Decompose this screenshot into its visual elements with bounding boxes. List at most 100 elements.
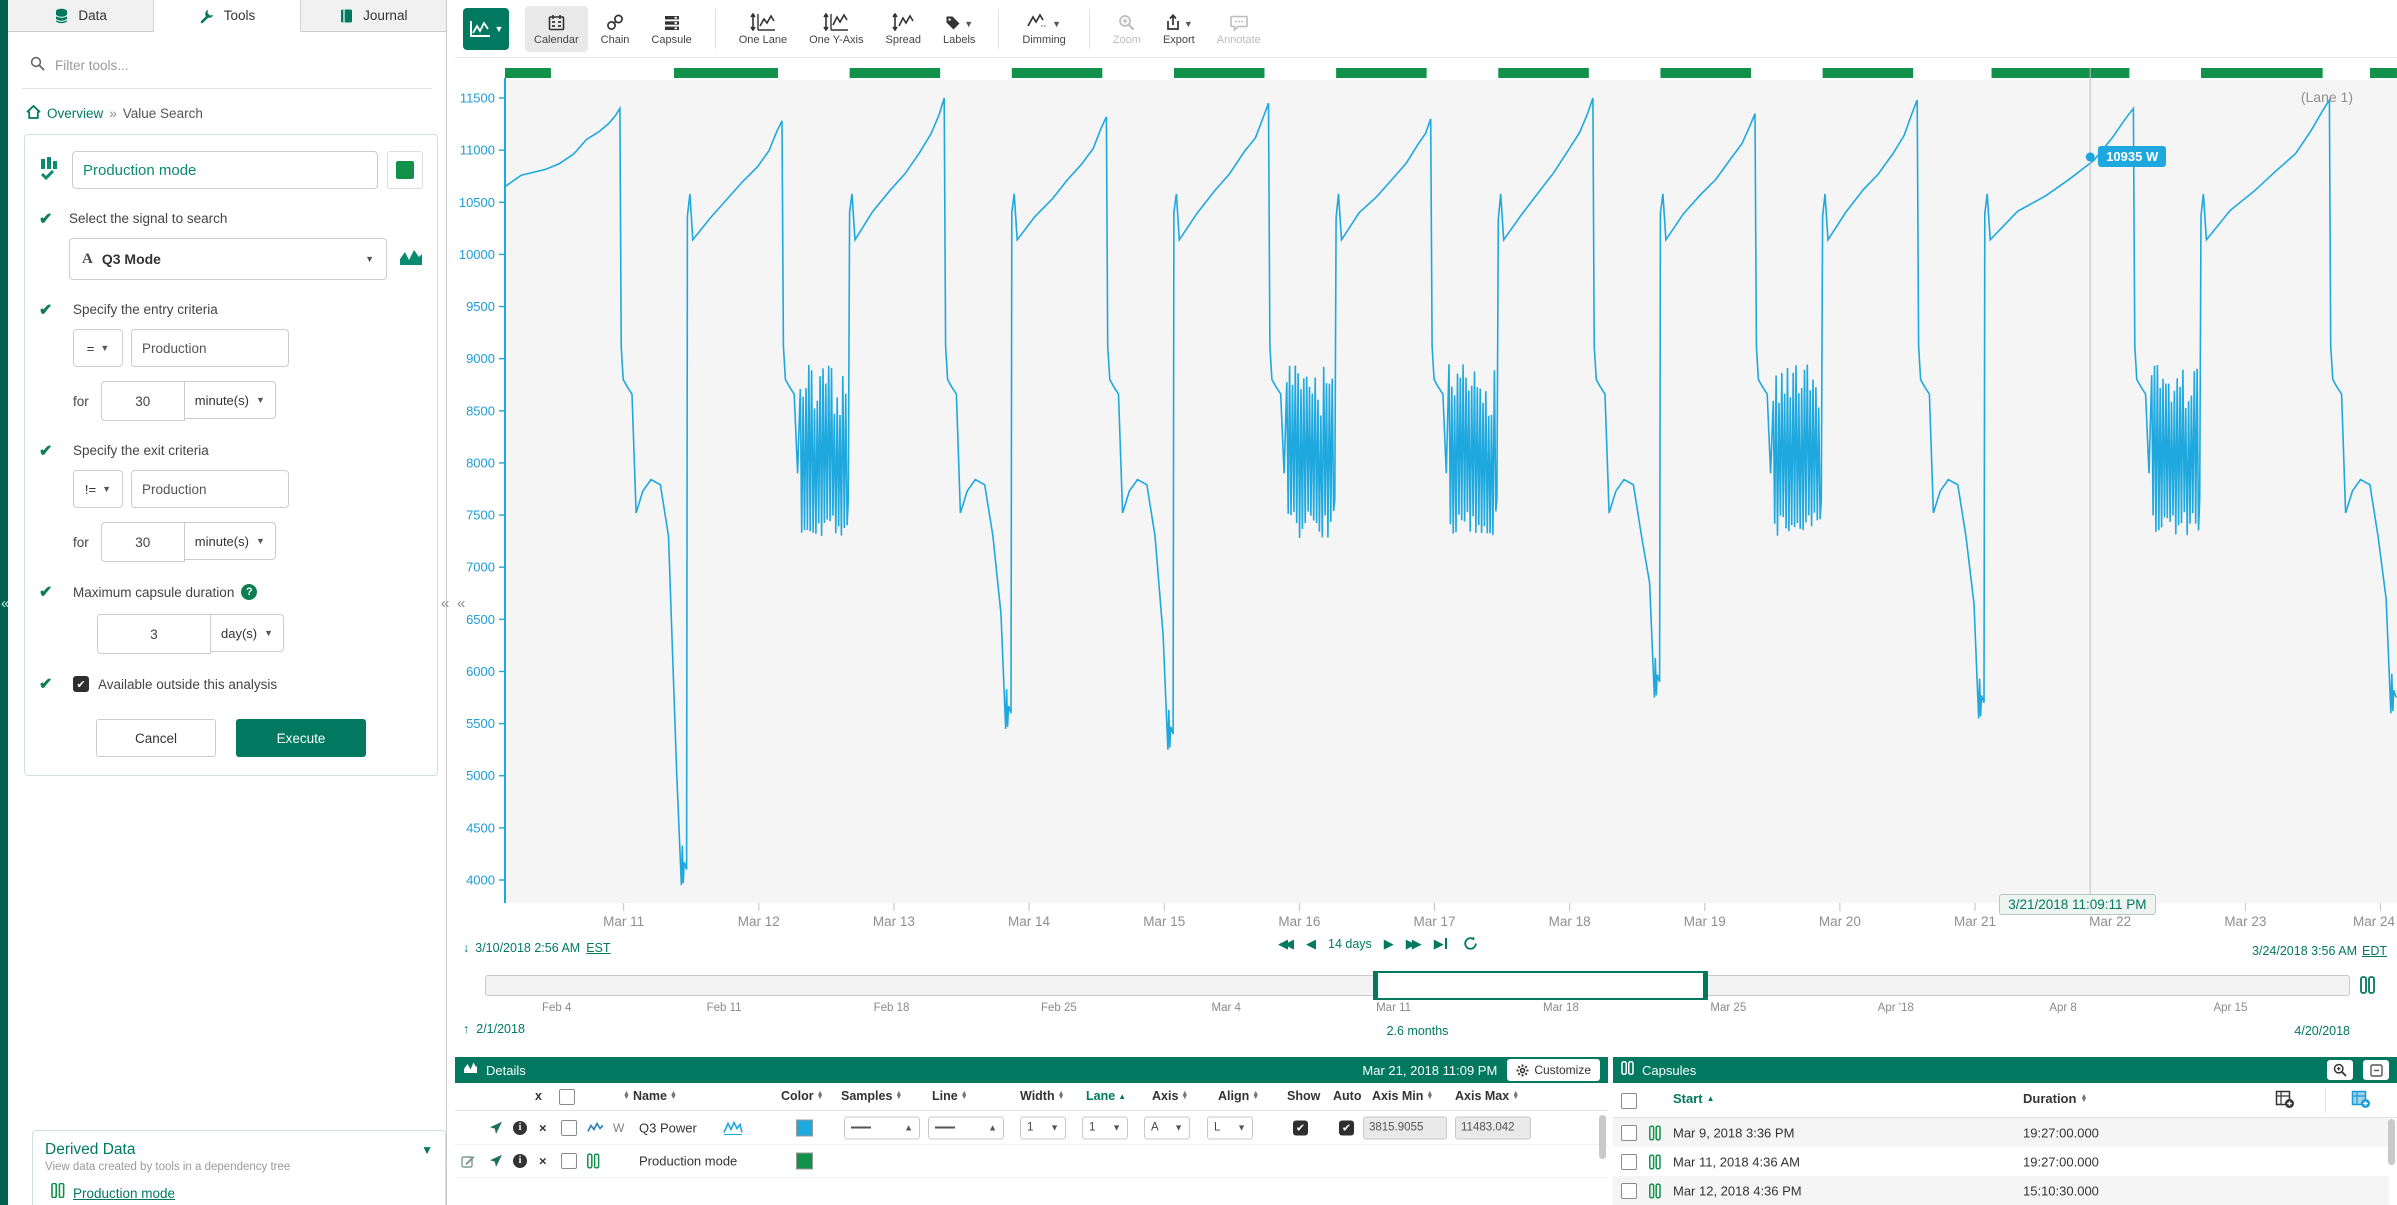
capsule-presence-bar[interactable] xyxy=(674,68,778,78)
details-axis-max-column-header[interactable]: Axis Max▲▼ xyxy=(1455,1089,1519,1103)
details-name-column-header[interactable]: ▲▼Name▲▼ xyxy=(623,1089,677,1103)
capsule-presence-bar[interactable] xyxy=(1660,68,1751,78)
exit-duration-unit-select[interactable]: minute(s) ▼ xyxy=(185,522,276,560)
signal-preview-icon[interactable] xyxy=(723,1120,743,1135)
row-checkbox[interactable] xyxy=(561,1153,577,1169)
auto-scale-checkbox[interactable]: ✔ xyxy=(1339,1120,1354,1135)
chevron-down-icon[interactable]: ▼ xyxy=(421,1143,433,1157)
toolbar-export-button[interactable]: ▼ Export xyxy=(1154,6,1204,52)
entry-duration-input[interactable] xyxy=(101,381,185,421)
step-forward-fast-button[interactable]: ▶▶ xyxy=(1406,937,1418,950)
refresh-icon[interactable] xyxy=(1463,936,1478,951)
step-back-fast-button[interactable]: ◀◀ xyxy=(1278,937,1290,950)
row-checkbox[interactable] xyxy=(561,1120,577,1136)
capsule-presence-bar[interactable] xyxy=(2201,68,2323,78)
navigate-to-item-icon[interactable] xyxy=(489,1121,503,1135)
max-duration-unit-select[interactable]: day(s) ▼ xyxy=(211,614,284,652)
signal-preview-icon[interactable] xyxy=(399,247,423,272)
help-icon[interactable]: ? xyxy=(241,584,257,600)
tab-data[interactable]: Data xyxy=(8,0,154,31)
details-axis-column-header[interactable]: Axis▲▼ xyxy=(1152,1089,1188,1103)
capsule-row[interactable]: Mar 9, 2018 3:36 PM19:27:00.000 xyxy=(1613,1118,2389,1147)
details-scrollbar[interactable] xyxy=(1599,1115,1606,1159)
edit-icon[interactable] xyxy=(461,1154,475,1168)
step-forward-button[interactable]: ▶ xyxy=(1384,937,1394,950)
details-width-column-header[interactable]: Width▲▼ xyxy=(1020,1089,1065,1103)
toolbar-labels-button[interactable]: ▼ Labels xyxy=(934,6,984,52)
details-align-column-header[interactable]: Align▲▼ xyxy=(1218,1089,1259,1103)
display-range-end[interactable]: 3/24/2018 3:56 AM EDT xyxy=(2252,944,2387,958)
line-style-select[interactable]: ▲ xyxy=(928,1116,1004,1139)
investigate-range-end[interactable]: 4/20/2018 xyxy=(2294,1024,2350,1038)
capsule-row[interactable]: Mar 12, 2018 4:36 PM15:10:30.000 xyxy=(1613,1176,2389,1205)
capsule-checkbox[interactable] xyxy=(1621,1183,1637,1199)
display-range-start[interactable]: ↓ 3/10/2018 2:56 AM EST xyxy=(463,941,611,955)
breadcrumb-overview-link[interactable]: Overview xyxy=(47,106,103,121)
duration-label[interactable]: 14 days xyxy=(1328,937,1372,951)
color-swatch[interactable] xyxy=(796,1152,813,1169)
exit-operator-select[interactable]: != ▼ xyxy=(73,470,123,508)
details-lane-column-header[interactable]: Lane▲ xyxy=(1086,1089,1126,1103)
capsule-presence-bar[interactable] xyxy=(1823,68,1914,78)
step-to-end-button[interactable]: ▶ xyxy=(1434,937,1448,950)
capsule-presence-bar[interactable] xyxy=(1498,68,1589,78)
signal-select[interactable]: A Q3 Mode ▼ xyxy=(69,238,387,280)
capsule-row[interactable]: Mar 11, 2018 4:36 AM19:27:00.000 xyxy=(1613,1147,2389,1176)
execute-button[interactable]: Execute xyxy=(236,719,366,757)
capsule-presence-bar[interactable] xyxy=(1992,68,2130,78)
item-name[interactable]: Production mode xyxy=(639,1153,737,1168)
details-color-column-header[interactable]: Color▲▼ xyxy=(781,1089,824,1103)
filter-tools-input[interactable]: Filter tools... xyxy=(55,58,129,73)
investigate-range-span[interactable]: 2.6 months xyxy=(485,1024,2350,1038)
capsule-presence-bar[interactable] xyxy=(1012,68,1103,78)
toolbar-one-y-axis-button[interactable]: One Y-Axis xyxy=(800,6,872,52)
capsules-start-column-header[interactable]: Start ▲ xyxy=(1673,1091,1715,1106)
exit-duration-input[interactable] xyxy=(101,522,185,562)
details-close-all-column[interactable]: x xyxy=(535,1089,542,1103)
toolbar-one-lane-button[interactable]: One Lane xyxy=(730,6,796,52)
item-name[interactable]: Q3 Power xyxy=(639,1120,697,1135)
timezone-link[interactable]: EDT xyxy=(2362,944,2387,958)
select-all-capsules-checkbox[interactable] xyxy=(1621,1093,1637,1109)
exit-value-input[interactable] xyxy=(131,470,289,508)
color-swatch[interactable] xyxy=(796,1119,813,1136)
entry-duration-unit-select[interactable]: minute(s) ▼ xyxy=(185,381,276,419)
tab-journal[interactable]: Journal xyxy=(301,0,446,31)
zoom-to-capsule-button[interactable] xyxy=(2327,1060,2353,1080)
axis-min-input[interactable]: 3815.9055 xyxy=(1363,1116,1447,1139)
capsules-scrollbar[interactable] xyxy=(2388,1119,2395,1165)
available-outside-checkbox[interactable]: ✔ xyxy=(73,676,89,692)
view-mode-menu-button[interactable]: ▼ xyxy=(463,8,509,50)
entry-operator-select[interactable]: = ▼ xyxy=(73,329,123,367)
capsule-presence-bar[interactable] xyxy=(1336,68,1427,78)
collapse-sidebar-chevron-icon[interactable]: « xyxy=(441,596,449,611)
add-column-button[interactable] xyxy=(2275,1089,2295,1114)
details-samples-column-header[interactable]: Samples▲▼ xyxy=(841,1089,902,1103)
toolbar-calendar-button[interactable]: Calendar xyxy=(525,6,588,52)
capsule-presence-bar[interactable] xyxy=(2370,68,2397,78)
add-stat-column-button[interactable] xyxy=(2351,1089,2371,1114)
align-select[interactable]: L▼ xyxy=(1207,1116,1253,1139)
tab-tools[interactable]: Tools xyxy=(154,0,300,32)
trend-chart[interactable]: 1150011000105001000095009000850080007500… xyxy=(455,60,2397,936)
navigate-to-item-icon[interactable] xyxy=(489,1154,503,1168)
toolbar-dimming-button[interactable]: ▼ Dimming xyxy=(1013,6,1074,52)
info-icon[interactable]: i xyxy=(513,1154,527,1168)
info-icon[interactable]: i xyxy=(513,1121,527,1135)
details-axis-min-column-header[interactable]: Axis Min▲▼ xyxy=(1372,1089,1433,1103)
max-duration-input[interactable] xyxy=(97,614,211,654)
capsule-checkbox[interactable] xyxy=(1621,1125,1637,1141)
line-width-select[interactable]: 1▼ xyxy=(1020,1116,1066,1139)
lane-select[interactable]: 1▼ xyxy=(1082,1116,1128,1139)
derived-production-mode-link[interactable]: Production mode xyxy=(73,1186,175,1201)
home-icon[interactable] xyxy=(26,105,41,122)
details-line-column-header[interactable]: Line▲▼ xyxy=(932,1089,968,1103)
capsule-checkbox[interactable] xyxy=(1621,1154,1637,1170)
select-all-details-checkbox[interactable] xyxy=(559,1089,575,1105)
timezone-link[interactable]: EST xyxy=(586,941,610,955)
capsule-presence-bar[interactable] xyxy=(1174,68,1265,78)
details-auto-column-header[interactable]: Auto xyxy=(1333,1089,1361,1103)
step-back-button[interactable]: ◀ xyxy=(1306,937,1316,950)
remove-item-icon[interactable]: × xyxy=(539,1153,547,1168)
toolbar-spread-button[interactable]: Spread xyxy=(877,6,930,52)
